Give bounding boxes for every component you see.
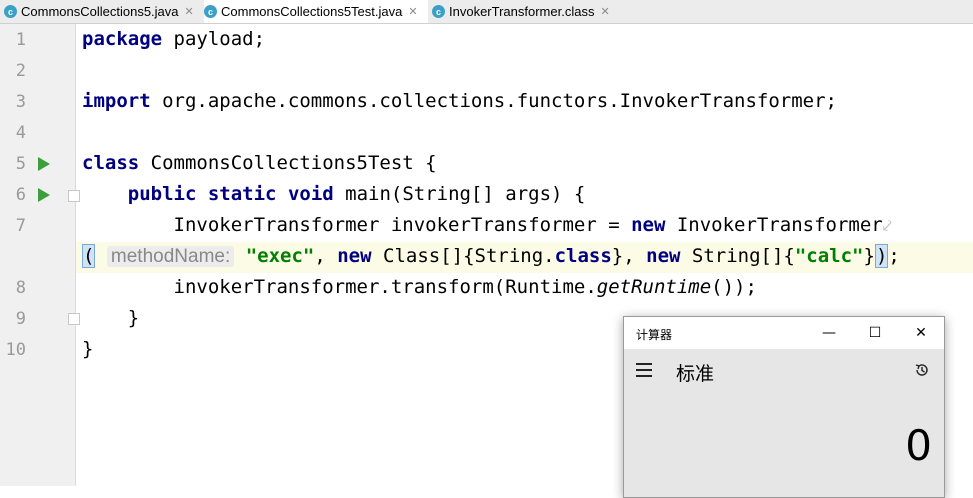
close-button[interactable]: ✕ [898, 317, 944, 349]
string-literal: "calc" [794, 245, 864, 267]
code-text: } [82, 338, 94, 360]
code-line-9[interactable]: } [82, 303, 139, 334]
code-text: org.apache.commons.collections.functors.… [150, 90, 837, 112]
class-c-icon: c [204, 5, 217, 18]
maximize-button[interactable]: ☐ [852, 317, 898, 349]
code-text: String[]{ [680, 245, 795, 267]
close-icon[interactable]: ✕ [600, 5, 609, 18]
fold-icon[interactable] [68, 313, 80, 325]
code-text: CommonsCollections5Test { [139, 152, 437, 174]
code-text: }, [611, 245, 647, 267]
window-title: 计算器 [636, 328, 673, 342]
calculator-display: 0 [905, 421, 932, 470]
code-text: } [863, 245, 875, 267]
calculator-mode-row: 标准 [624, 349, 944, 397]
code-text: , [314, 245, 338, 267]
line-number: 7 [15, 216, 26, 236]
keyword: import [82, 90, 151, 112]
tab-commonscollections5test[interactable]: c CommonsCollections5Test.java ✕ [204, 0, 428, 23]
code-line-3[interactable]: import org.apache.commons.collections.fu… [82, 86, 837, 117]
code-line-7[interactable]: InvokerTransformer invokerTransformer = … [82, 210, 892, 241]
string-literal: "exec" [245, 245, 315, 267]
parameter-hint: methodName: [106, 246, 235, 267]
keyword: class [82, 152, 140, 174]
class-c-icon: c [432, 5, 445, 18]
minimize-button[interactable]: — [806, 317, 852, 349]
line-number: 6 [15, 185, 26, 205]
tab-commonscollections5[interactable]: c CommonsCollections5.java ✕ [4, 0, 200, 23]
editor-gutter: 1 2 3 4 5 6 7 8 9 10 [0, 24, 80, 486]
line-number: 1 [15, 30, 26, 50]
editor-tab-bar: c CommonsCollections5.java ✕ c CommonsCo… [0, 0, 973, 24]
line-number: 3 [15, 92, 26, 112]
tab-label: InvokerTransformer.class [449, 4, 595, 19]
code-text: ()); [711, 276, 757, 298]
code-text: invokerTransformer.transform(Runtime. [173, 276, 597, 298]
method-call: getRuntime [596, 276, 712, 298]
code-text: InvokerTransformer [665, 214, 883, 236]
code-line-7-continuation[interactable]: ( methodName: "exec", new Class[]{String… [82, 241, 900, 272]
line-number: 5 [15, 154, 26, 174]
tab-label: CommonsCollections5.java [21, 4, 179, 19]
class-c-icon: c [4, 5, 17, 18]
line-number: 10 [5, 340, 26, 360]
keyword: package [82, 28, 163, 50]
calculator-mode-label: 标准 [676, 363, 715, 385]
code-line-10[interactable]: } [82, 334, 93, 365]
tab-label: CommonsCollections5Test.java [221, 4, 403, 19]
code-text: InvokerTransformer invokerTransformer = [173, 214, 632, 236]
code-line-6[interactable]: public static void main(String[] args) { [82, 179, 586, 210]
run-icon[interactable] [38, 188, 50, 202]
code-line-8[interactable]: invokerTransformer.transform(Runtime.get… [82, 272, 757, 303]
code-line-1[interactable]: package payload; [82, 24, 265, 55]
calculator-window: 计算器 — ☐ ✕ 标准 0 [623, 316, 945, 498]
line-number: 9 [15, 309, 26, 329]
code-text: ; [888, 245, 900, 267]
line-number: 4 [15, 123, 26, 143]
code-text: main(String[] args) { [333, 183, 586, 205]
close-icon[interactable]: ✕ [408, 5, 417, 18]
keyword: static [207, 183, 277, 205]
code-text: Class[]{String. [371, 245, 555, 267]
keyword: new [337, 245, 372, 267]
keyword: new [631, 214, 666, 236]
close-icon[interactable]: ✕ [185, 5, 194, 18]
paren-highlight: ) [874, 244, 889, 268]
code-line-5[interactable]: class CommonsCollections5Test { [82, 148, 437, 179]
history-icon[interactable] [914, 362, 930, 378]
paren-highlight: ( [82, 244, 96, 268]
line-number: 8 [15, 278, 26, 298]
hamburger-menu-icon[interactable] [636, 363, 652, 381]
keyword: public [127, 183, 197, 205]
code-text: } [127, 307, 140, 329]
tab-invokertransformer[interactable]: c InvokerTransformer.class ✕ [432, 0, 622, 23]
code-text: payload; [162, 28, 266, 50]
keyword: new [646, 245, 681, 267]
fold-icon[interactable] [68, 190, 80, 202]
run-icon[interactable] [38, 157, 50, 171]
line-number: 2 [15, 61, 26, 81]
soft-wrap-icon: ⤦ [882, 216, 892, 235]
keyword: class [554, 245, 612, 267]
keyword: void [287, 183, 334, 205]
calculator-titlebar[interactable]: 计算器 — ☐ ✕ [624, 317, 944, 349]
